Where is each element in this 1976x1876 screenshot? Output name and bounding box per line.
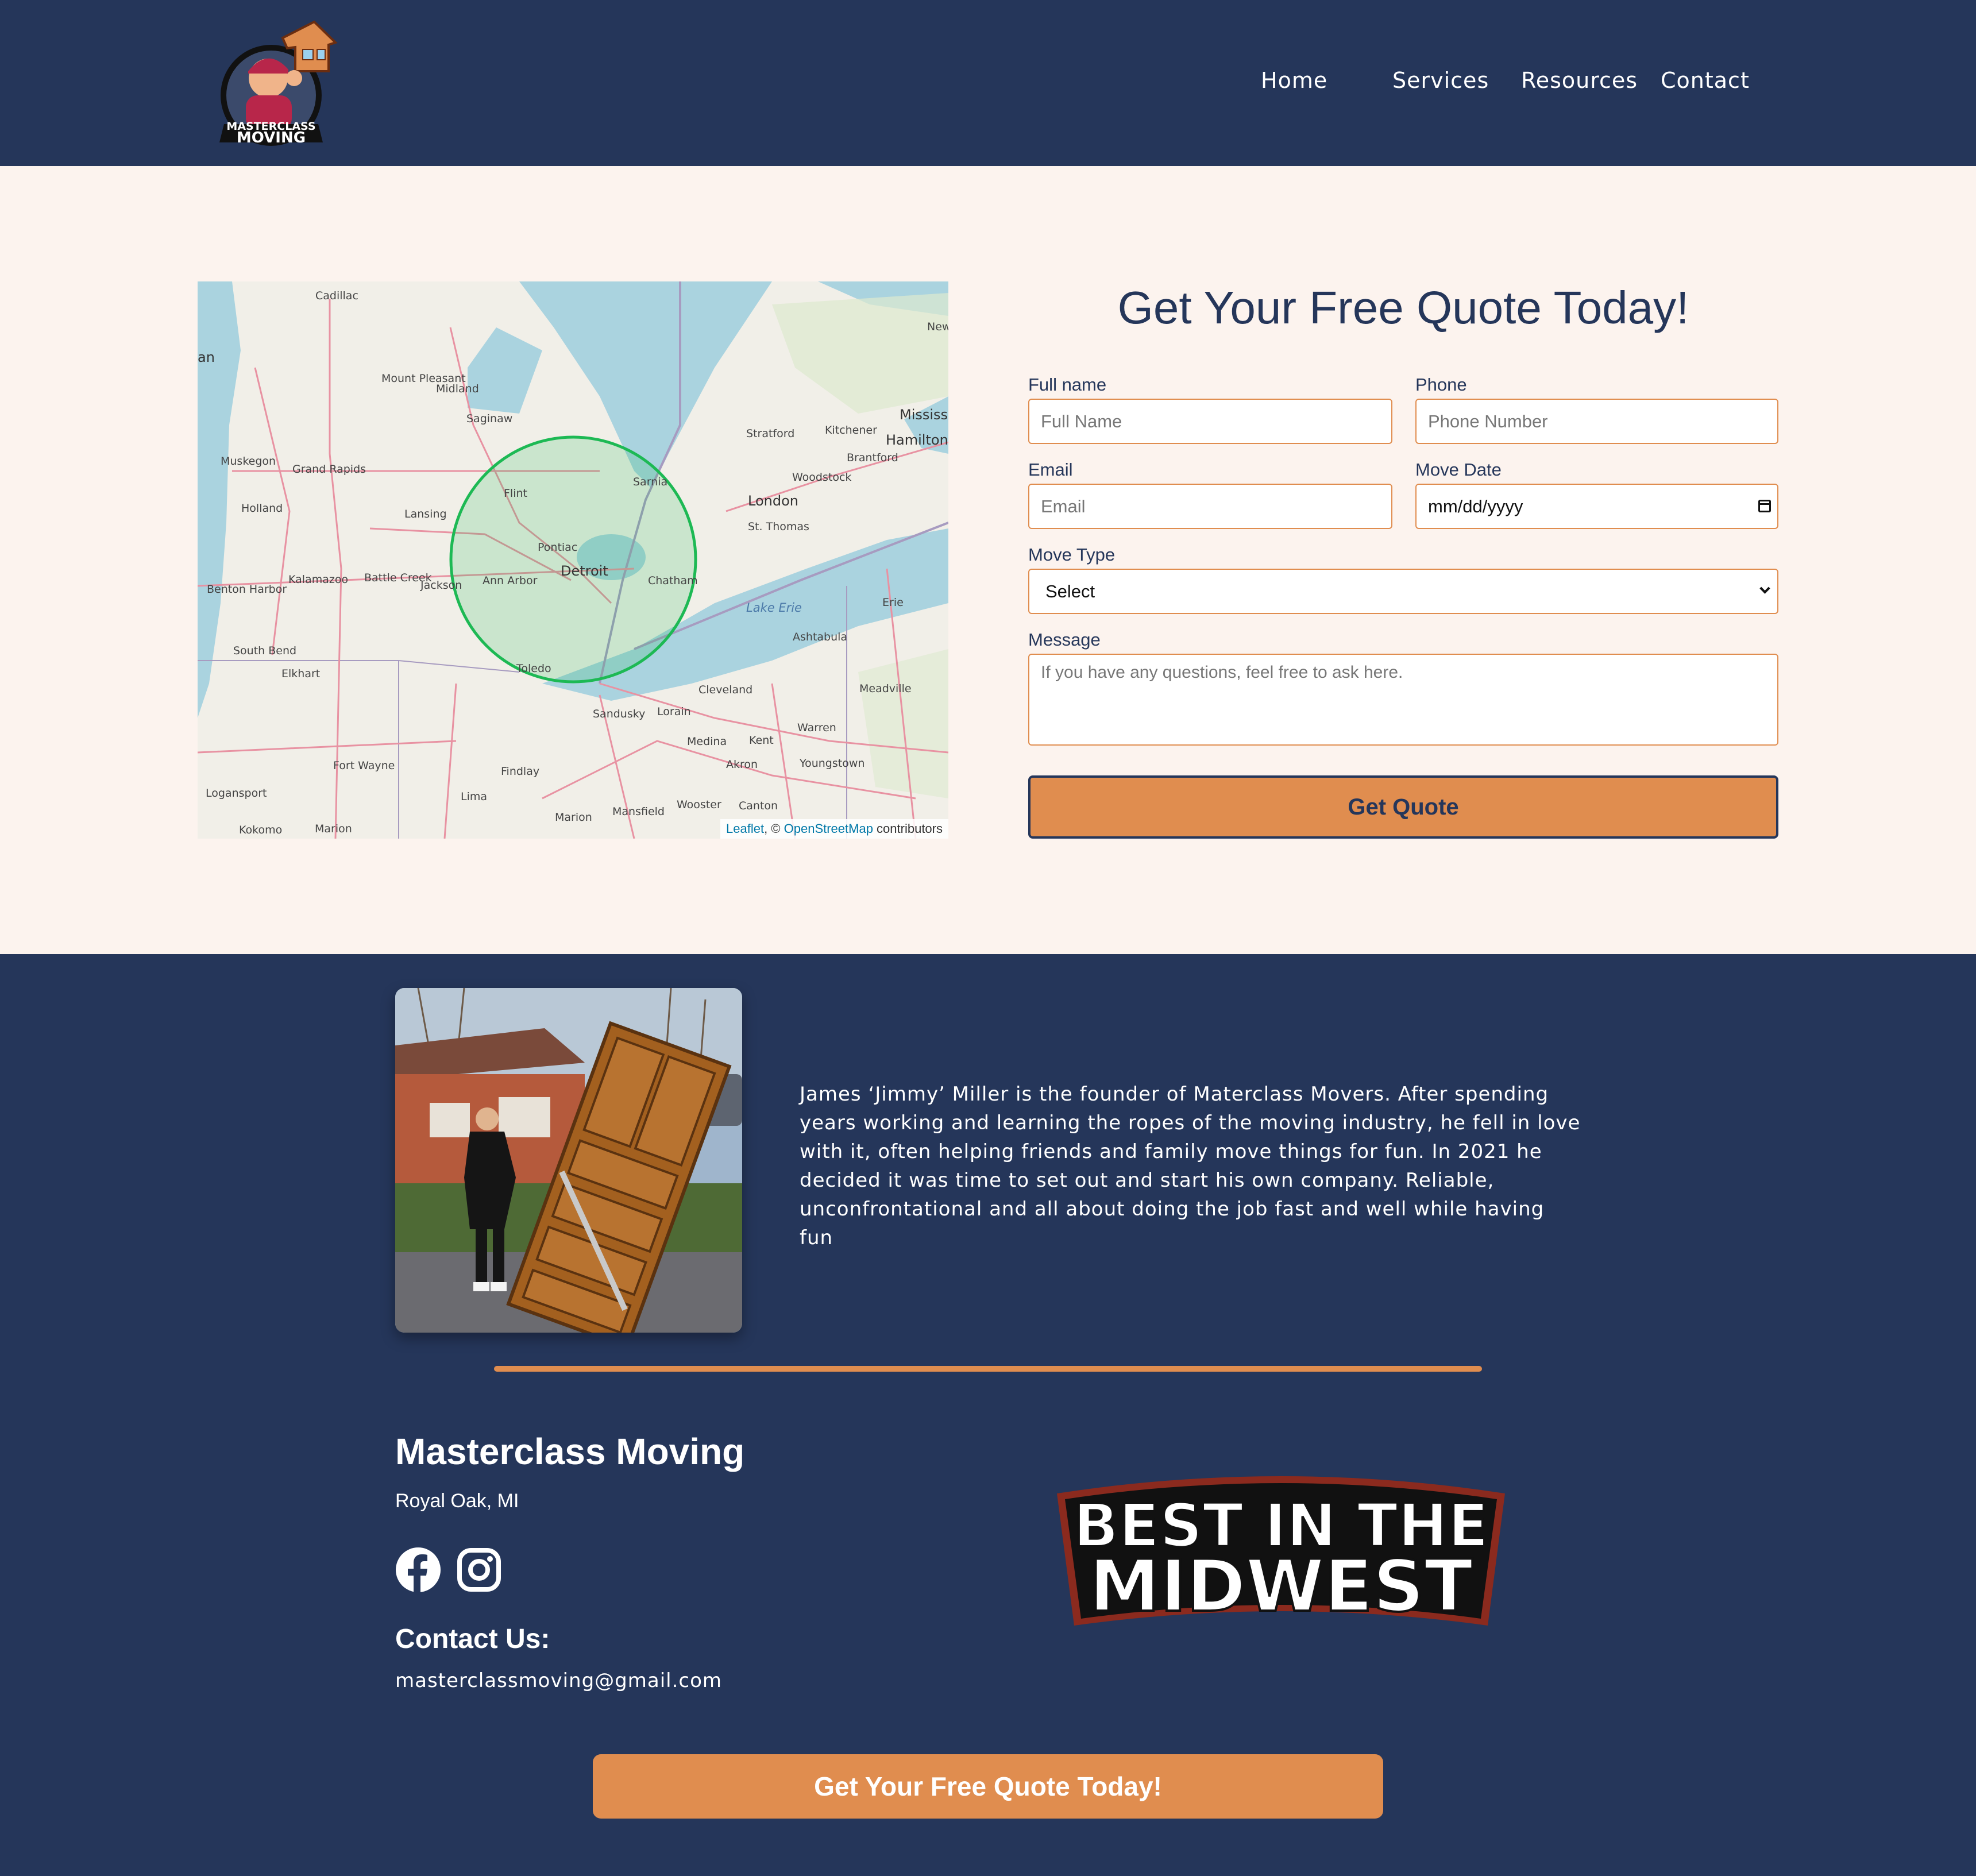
map-label: Kitchener bbox=[825, 424, 877, 437]
map-label: Mansfield bbox=[612, 805, 665, 818]
map-label: Sarnia bbox=[633, 476, 668, 488]
email-label: Email bbox=[1028, 460, 1073, 480]
move-type-select[interactable]: Select bbox=[1028, 569, 1778, 614]
move-type-label: Move Type bbox=[1028, 545, 1116, 565]
map-label: Warren bbox=[797, 721, 836, 734]
map-label: Ashtabula bbox=[793, 631, 848, 643]
contact-heading: Contact Us: bbox=[395, 1624, 550, 1654]
message-placeholder: If you have any questions, feel free to … bbox=[1041, 663, 1403, 682]
service-area-map[interactable]: Cadillac Mount Pleasant Midland Saginaw … bbox=[198, 281, 948, 839]
map-label: Toledo bbox=[516, 662, 551, 675]
masterclass-moving-logo[interactable]: MASTERCLASS MOVING bbox=[214, 15, 340, 148]
free-quote-cta-button[interactable]: Get Your Free Quote Today! bbox=[593, 1754, 1383, 1819]
contact-email-link[interactable]: masterclassmoving@gmail.com bbox=[395, 1669, 722, 1692]
map-label-lake: Lake Erie bbox=[746, 601, 802, 615]
map-label: Lansing bbox=[404, 508, 447, 520]
instagram-icon[interactable] bbox=[456, 1547, 502, 1593]
map-label: Brantford bbox=[847, 451, 898, 464]
full-name-label: Full name bbox=[1028, 375, 1107, 395]
map-label: Mississ bbox=[900, 407, 948, 423]
map-label: Ann Arbor bbox=[483, 574, 538, 587]
map-tiles bbox=[198, 281, 948, 839]
map-label: Kalamazoo bbox=[288, 573, 349, 586]
map-label: Findlay bbox=[501, 765, 540, 778]
email-input[interactable] bbox=[1028, 484, 1392, 529]
best-in-midwest-badge: BEST IN THE MIDWEST bbox=[1057, 1476, 1505, 1629]
svg-text:MIDWEST: MIDWEST bbox=[1089, 1545, 1473, 1628]
map-label: Youngstown bbox=[800, 757, 865, 770]
map-label: Lorain bbox=[657, 705, 691, 718]
map-label: Saginaw bbox=[466, 412, 513, 425]
map-label: Holland bbox=[241, 502, 283, 515]
map-label: Elkhart bbox=[281, 667, 321, 680]
map-label: Marion bbox=[555, 811, 592, 824]
map-label: Cadillac bbox=[315, 289, 358, 302]
map-label: Kokomo bbox=[239, 824, 283, 836]
attribution-suffix: contributors bbox=[873, 821, 943, 836]
map-label: Stratford bbox=[746, 427, 795, 440]
map-label: Sandusky bbox=[593, 708, 646, 720]
quote-title: Get Your Free Quote Today! bbox=[1117, 282, 1689, 333]
svg-text:MOVING: MOVING bbox=[237, 129, 306, 146]
map-label: Grand Rapids bbox=[292, 463, 366, 476]
map-label: Lima bbox=[461, 790, 488, 803]
map-label: Wooster bbox=[677, 798, 721, 811]
map-label: Kent bbox=[749, 734, 774, 747]
phone-input[interactable] bbox=[1415, 399, 1778, 444]
map-label: Detroit bbox=[561, 563, 608, 579]
message-label: Message bbox=[1028, 630, 1101, 650]
nav-resources[interactable]: Resources bbox=[1521, 68, 1638, 93]
map-label: Battle Creek bbox=[364, 572, 432, 584]
leaflet-link[interactable]: Leaflet bbox=[726, 821, 764, 836]
map-label: Pontiac bbox=[538, 541, 578, 554]
calendar-icon[interactable] bbox=[1758, 500, 1771, 512]
get-quote-button[interactable]: Get Quote bbox=[1028, 775, 1778, 839]
message-textarea[interactable]: If you have any questions, feel free to … bbox=[1028, 654, 1778, 746]
full-name-input[interactable] bbox=[1028, 399, 1392, 444]
business-city: Royal Oak, MI bbox=[395, 1490, 519, 1512]
attribution-sep: , © bbox=[764, 821, 784, 836]
facebook-icon[interactable] bbox=[395, 1547, 441, 1593]
map-label: Meadville bbox=[859, 682, 912, 695]
map-label: Benton Harbor bbox=[207, 583, 287, 596]
map-label: South Bend bbox=[233, 644, 297, 657]
map-label: St. Thomas bbox=[748, 520, 809, 533]
map-label: Erie bbox=[882, 596, 904, 609]
osm-link[interactable]: OpenStreetMap bbox=[784, 821, 873, 836]
move-date-input[interactable]: mm/dd/yyyy bbox=[1415, 484, 1778, 529]
map-label: Logansport bbox=[206, 787, 267, 800]
map-label: Muskegon bbox=[221, 455, 276, 468]
map-label: Chatham bbox=[648, 574, 698, 587]
map-label: Fort Wayne bbox=[333, 759, 395, 772]
founder-photo bbox=[395, 988, 742, 1333]
map-attribution: Leaflet, © OpenStreetMap contributors bbox=[720, 819, 948, 839]
nav-contact[interactable]: Contact bbox=[1661, 68, 1750, 93]
map-label: Cleveland bbox=[698, 684, 753, 696]
founder-bio: James ‘Jimmy’ Miller is the founder of M… bbox=[800, 1083, 1581, 1249]
map-label: an bbox=[198, 349, 215, 365]
map-label: Flint bbox=[504, 487, 527, 500]
nav-services[interactable]: Services bbox=[1392, 68, 1489, 93]
business-name: Masterclass Moving bbox=[395, 1431, 745, 1472]
map-label: Canton bbox=[739, 800, 778, 812]
section-divider bbox=[494, 1366, 1482, 1372]
nav-home[interactable]: Home bbox=[1261, 68, 1327, 93]
move-date-value: mm/dd/yyyy bbox=[1428, 496, 1523, 516]
map-label: Marion bbox=[315, 823, 352, 835]
map-label: New bbox=[927, 321, 948, 333]
map-label: Akron bbox=[726, 758, 758, 771]
map-label: Midland bbox=[436, 383, 479, 395]
phone-label: Phone bbox=[1415, 375, 1467, 395]
map-label: London bbox=[748, 493, 798, 509]
move-type-selected: Select bbox=[1045, 581, 1095, 601]
site-header: MASTERCLASS MOVING Home Services Resourc… bbox=[0, 0, 1976, 166]
map-label: Hamilton bbox=[886, 432, 948, 448]
move-date-label: Move Date bbox=[1415, 460, 1502, 480]
map-label: Woodstock bbox=[792, 471, 852, 484]
map-label: Medina bbox=[687, 735, 727, 748]
